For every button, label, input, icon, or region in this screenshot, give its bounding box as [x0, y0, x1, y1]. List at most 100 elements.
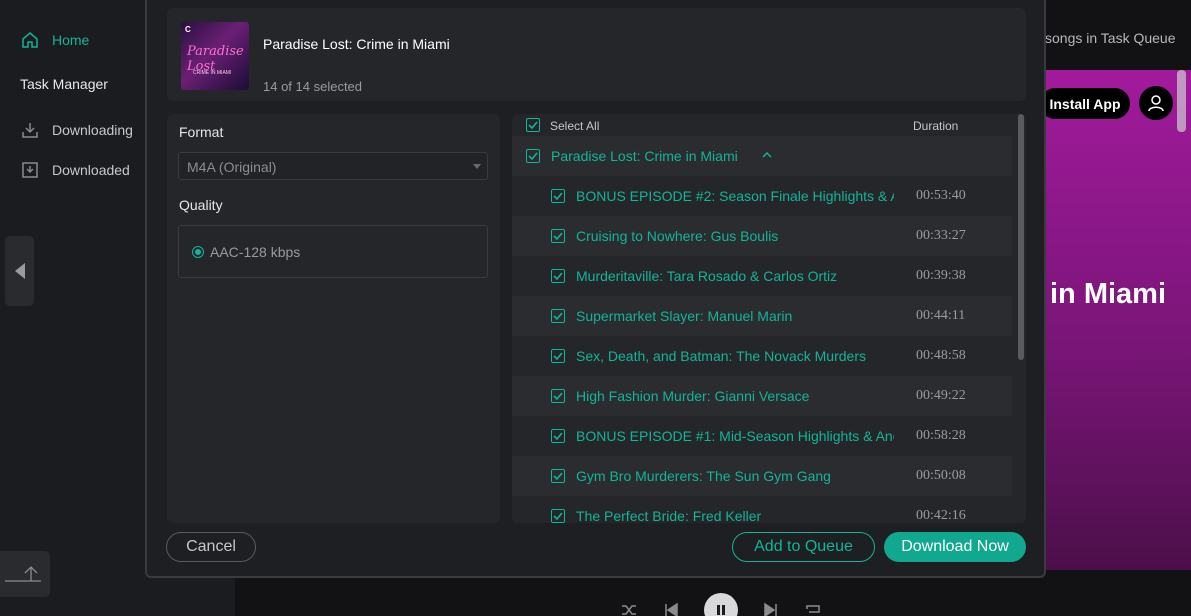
format-value: M4A (Original)	[187, 159, 277, 175]
duration-header: Duration	[913, 119, 959, 133]
track-row[interactable]: The Perfect Bride: Fred Keller 00:42:16	[512, 496, 1012, 523]
track-row[interactable]: Gym Bro Murderers: The Sun Gym Gang 00:50…	[512, 456, 1012, 496]
track-title: High Fashion Murder: Gianni Versace	[576, 388, 810, 404]
cover-top-mark: C	[185, 25, 191, 34]
sidebar-item-label: Downloaded	[52, 162, 130, 178]
track-title: The Perfect Bride: Fred Keller	[576, 508, 762, 523]
check-icon	[553, 432, 563, 441]
track-checkbox[interactable]	[551, 309, 565, 323]
cover-subtitle: CRIME IN MIAMI	[193, 70, 232, 76]
track-row[interactable]: Supermarket Slayer: Manuel Marin 00:44:11	[512, 296, 1012, 336]
scroll-top-button[interactable]	[0, 551, 50, 597]
chevron-left-icon	[14, 263, 25, 279]
background-scrollbar[interactable]	[1177, 70, 1186, 132]
track-duration: 00:49:22	[916, 388, 966, 403]
group-title: Paradise Lost: Crime in Miami	[551, 148, 738, 164]
sidebar-item-downloaded[interactable]: Downloaded	[20, 160, 130, 180]
add-to-queue-button[interactable]: Add to Queue	[732, 532, 875, 562]
pause-button[interactable]	[704, 593, 738, 616]
check-icon	[553, 312, 563, 321]
cancel-button[interactable]: Cancel	[166, 532, 256, 562]
track-duration: 00:48:58	[916, 348, 966, 363]
track-checkbox[interactable]	[551, 509, 565, 523]
podcast-banner	[1046, 70, 1191, 570]
player-controls	[620, 593, 822, 616]
track-row[interactable]: Murderitaville: Tara Rosado & Carlos Ort…	[512, 256, 1012, 296]
select-all-label: Select All	[550, 119, 600, 133]
track-checkbox[interactable]	[551, 229, 565, 243]
track-duration: 00:44:11	[916, 308, 966, 323]
check-icon	[553, 392, 563, 401]
quality-label: Quality	[179, 197, 223, 213]
sidebar-item-label: Home	[52, 32, 90, 48]
downloaded-icon	[22, 162, 38, 178]
track-checkbox[interactable]	[551, 269, 565, 283]
track-row[interactable]: BONUS EPISODE #2: Season Finale Highligh…	[512, 176, 1012, 216]
track-checkbox[interactable]	[551, 389, 565, 403]
track-duration: 00:58:28	[916, 428, 966, 443]
check-icon	[528, 152, 538, 161]
quality-options: AAC-128 kbps	[178, 225, 488, 278]
format-label: Format	[179, 124, 224, 140]
task-queue-text: songs in Task Queue	[1045, 30, 1176, 46]
track-title: Murderitaville: Tara Rosado & Carlos Ort…	[576, 268, 838, 284]
track-row[interactable]: BONUS EPISODE #1: Mid-Season Highlights …	[512, 416, 1012, 456]
quality-option-label: AAC-128 kbps	[210, 244, 301, 260]
downloading-icon	[22, 123, 38, 138]
sidebar-item-label: Downloading	[52, 122, 133, 138]
track-list-scrollbar[interactable]	[1018, 114, 1024, 360]
collapse-panel-button[interactable]	[5, 236, 34, 306]
home-icon	[22, 32, 38, 48]
album-group-row[interactable]: Paradise Lost: Crime in Miami	[512, 136, 1012, 176]
install-app-button[interactable]: Install App	[1040, 88, 1130, 119]
sidebar-item-home[interactable]: Home	[20, 30, 89, 50]
check-icon	[553, 272, 563, 281]
check-icon	[553, 352, 563, 361]
next-icon[interactable]	[762, 601, 780, 616]
track-title: Sex, Death, and Batman: The Novack Murde…	[576, 348, 866, 364]
track-title: Cruising to Nowhere: Gus Boulis	[576, 228, 779, 244]
chevron-down-icon	[473, 164, 481, 169]
group-checkbox[interactable]	[526, 149, 540, 163]
track-duration: 00:53:40	[916, 188, 966, 203]
previous-icon[interactable]	[662, 601, 680, 616]
quality-radio[interactable]	[192, 246, 204, 258]
album-cover: C Paradise Lost CRIME IN MIAMI	[181, 22, 249, 90]
track-duration: 00:39:38	[916, 268, 966, 283]
sidebar-item-downloading[interactable]: Downloading	[20, 120, 133, 140]
track-checkbox[interactable]	[551, 469, 565, 483]
pause-icon	[717, 605, 725, 615]
track-row[interactable]: Cruising to Nowhere: Gus Boulis 00:33:27	[512, 216, 1012, 256]
check-icon	[528, 121, 538, 130]
app-root: Home Task Manager Downloading Downloaded…	[0, 0, 1191, 616]
track-checkbox[interactable]	[551, 349, 565, 363]
track-row[interactable]: Sex, Death, and Batman: The Novack Murde…	[512, 336, 1012, 376]
track-duration: 00:50:08	[916, 468, 966, 483]
banner-title: in Miami	[1050, 278, 1167, 310]
album-title: Paradise Lost: Crime in Miami	[263, 36, 450, 52]
user-icon	[1148, 95, 1164, 112]
download-now-button[interactable]: Download Now	[884, 532, 1026, 562]
repeat-icon[interactable]	[804, 601, 822, 616]
chevron-up-icon[interactable]	[762, 151, 772, 158]
user-avatar-button[interactable]	[1139, 86, 1173, 120]
settings-panel: Format M4A (Original) Quality AAC-128 kb…	[167, 114, 500, 523]
track-title: BONUS EPISODE #1: Mid-Season Highlights …	[576, 428, 894, 444]
check-icon	[553, 192, 563, 201]
download-dialog: C Paradise Lost CRIME IN MIAMI Paradise …	[145, 0, 1046, 578]
shuffle-icon[interactable]	[620, 601, 638, 616]
format-select[interactable]: M4A (Original)	[178, 152, 488, 180]
track-checkbox[interactable]	[551, 429, 565, 443]
track-row[interactable]: High Fashion Murder: Gianni Versace 00:49…	[512, 376, 1012, 416]
check-icon	[553, 232, 563, 241]
track-title: Supermarket Slayer: Manuel Marin	[576, 308, 793, 324]
track-checkbox[interactable]	[551, 189, 565, 203]
track-duration: 00:42:16	[916, 508, 966, 523]
track-title: BONUS EPISODE #2: Season Finale Highligh…	[576, 188, 894, 204]
list-header: Select All Duration	[512, 114, 1012, 136]
album-header: C Paradise Lost CRIME IN MIAMI Paradise …	[167, 8, 1026, 101]
task-manager-title: Task Manager	[20, 76, 108, 92]
select-all-checkbox[interactable]	[526, 118, 540, 132]
track-title: Gym Bro Murderers: The Sun Gym Gang	[576, 468, 831, 484]
track-duration: 00:33:27	[916, 228, 966, 243]
